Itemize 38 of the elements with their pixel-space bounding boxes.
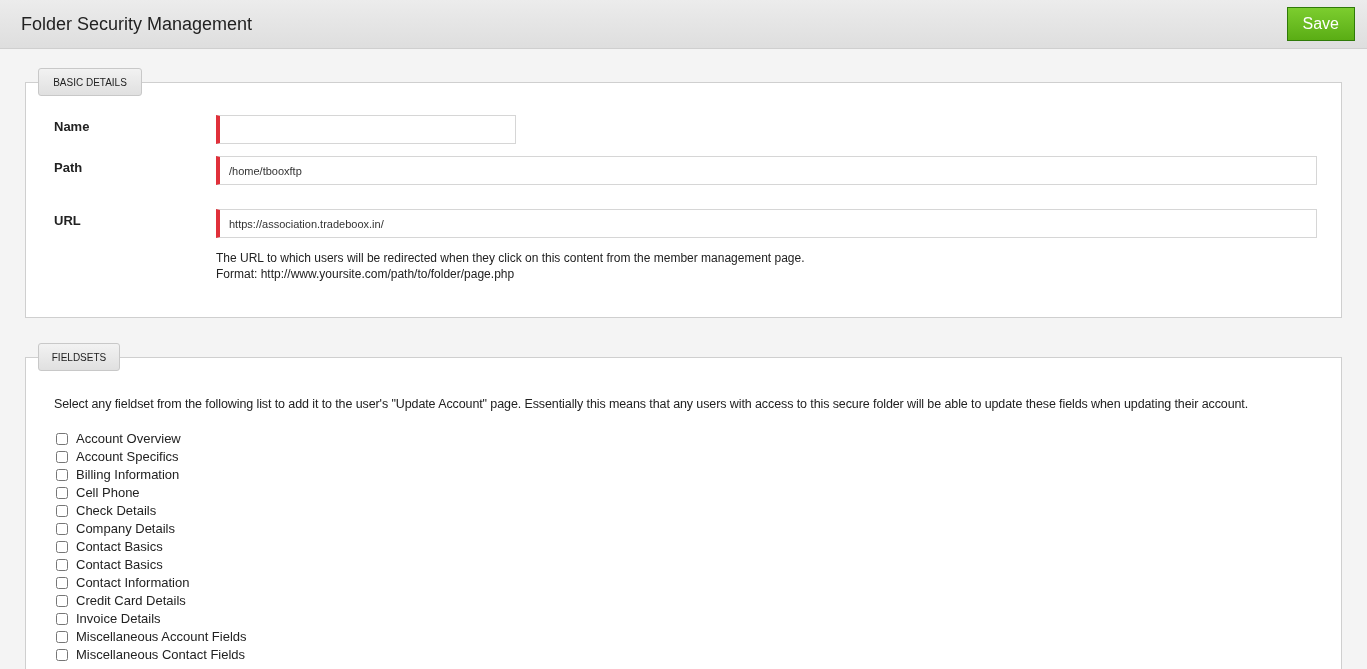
field-label: Name xyxy=(54,118,91,136)
checkbox-label: Account Specifics xyxy=(76,448,179,467)
checkbox-label: Account Overview xyxy=(76,430,181,449)
checkbox[interactable] xyxy=(56,559,68,571)
section-legend: FIELDSETS xyxy=(38,343,120,371)
checkbox-label: Contact Information xyxy=(76,574,190,593)
text-input-field[interactable]: /home/tbooxftp xyxy=(216,156,1317,185)
checkbox[interactable] xyxy=(56,523,68,535)
checkbox-label: Company Details xyxy=(76,520,175,539)
field-label: URL xyxy=(54,212,82,230)
field-label: Path xyxy=(54,159,84,177)
checkbox[interactable] xyxy=(56,487,68,499)
checkbox[interactable] xyxy=(56,469,68,481)
checkbox[interactable] xyxy=(56,505,68,517)
section-legend: BASIC DETAILS xyxy=(38,68,142,96)
help-text: Format: http://www.yoursite.com/path/to/folder/page.php xyxy=(216,266,516,282)
checkbox-label: Contact Basics xyxy=(76,538,163,557)
checkbox[interactable] xyxy=(56,577,68,589)
checkbox-label: Invoice Details xyxy=(76,610,161,629)
checkbox-label: Miscellaneous Contact Fields xyxy=(76,646,246,665)
help-text: The URL to which users will be redirected when they click on this content from the member management page. xyxy=(216,250,806,266)
page-title: Folder Security Management xyxy=(21,12,253,36)
checkbox-label: Miscellaneous Account Fields xyxy=(76,628,247,647)
checkbox-label: Contact Basics xyxy=(76,556,163,575)
checkbox[interactable] xyxy=(56,631,68,643)
checkbox-label: Cell Phone xyxy=(76,484,140,503)
text-input-field[interactable] xyxy=(216,115,516,144)
text-input-field[interactable]: https://association.tradeboox.in/ xyxy=(216,209,1317,238)
checkbox[interactable] xyxy=(56,451,68,463)
checkbox[interactable] xyxy=(56,613,68,625)
checkbox-label: Credit Card Details xyxy=(76,592,186,611)
checkbox[interactable] xyxy=(56,433,68,445)
checkbox[interactable] xyxy=(56,595,68,607)
checkbox[interactable] xyxy=(56,649,68,661)
fieldsets-description: Select any fieldset from the following list to add it to the user's "Update Account" page. Essentially this means that any users with access to this secure folder will be able to update these fields when updating their account. xyxy=(54,396,1250,412)
checkbox-label: Check Details xyxy=(76,502,157,521)
checkbox-label: Billing Information xyxy=(76,466,180,485)
checkbox[interactable] xyxy=(56,541,68,553)
